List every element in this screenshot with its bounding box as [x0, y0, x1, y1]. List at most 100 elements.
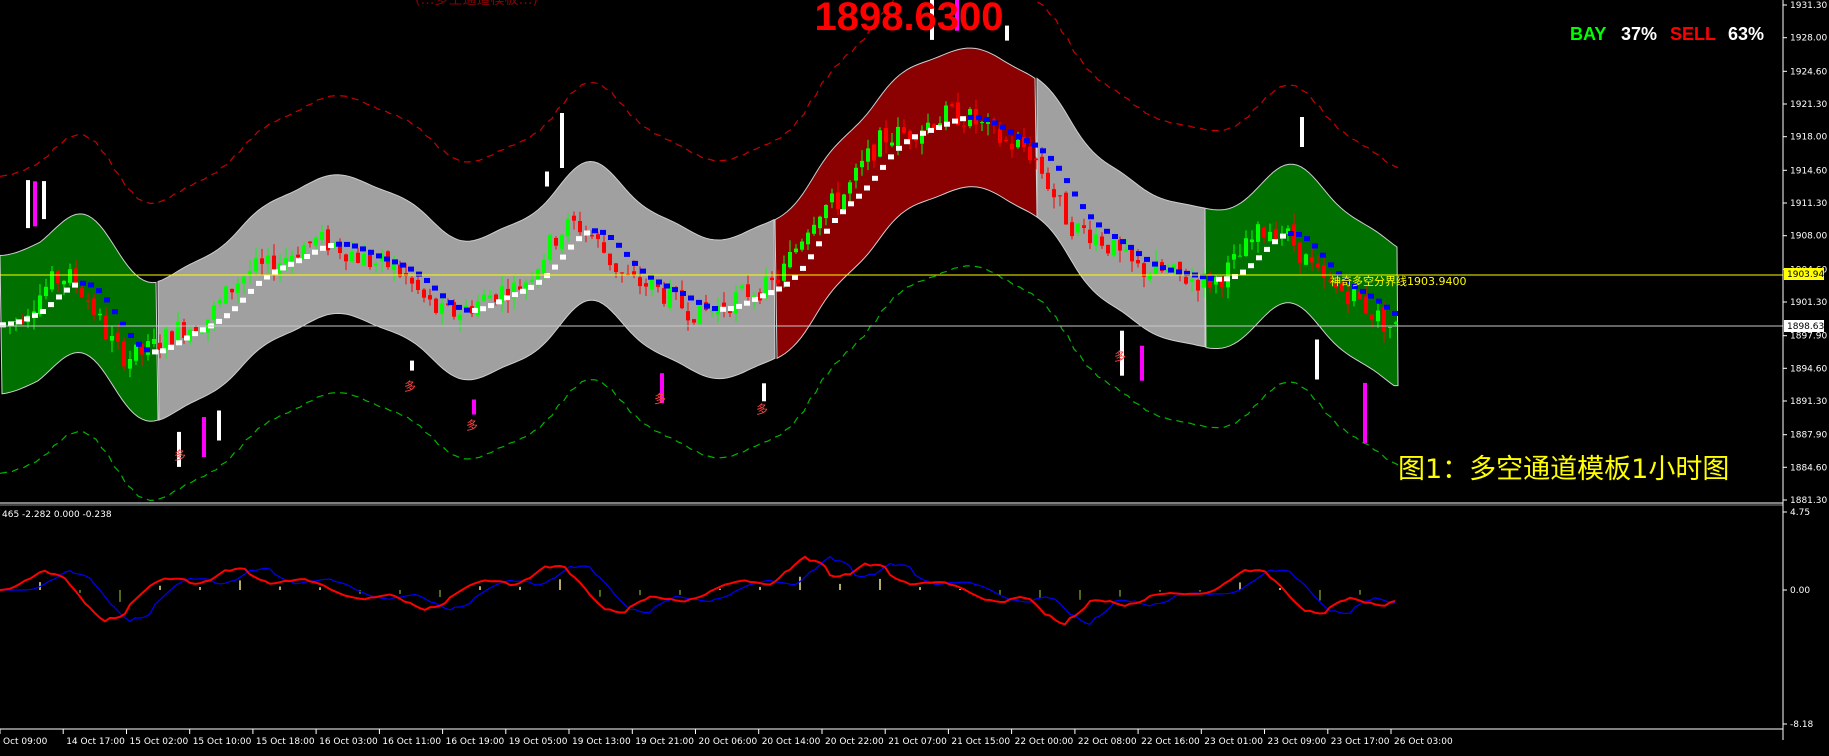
- ma-segment: [416, 271, 422, 277]
- ma-segment: [1120, 239, 1126, 245]
- ma-segment: [1256, 255, 1262, 261]
- candle-body: [524, 282, 528, 289]
- candle-body: [110, 336, 114, 341]
- candle-body: [440, 303, 444, 314]
- candle-body: [236, 283, 240, 293]
- ma-segment: [1112, 234, 1118, 239]
- top-fragment-text: (…多空通道模板…): [415, 0, 538, 8]
- price-tick-label: 1918.00: [1790, 133, 1827, 143]
- time-tick-label: 20 Oct 14:00: [762, 737, 821, 747]
- ma-segment: [696, 299, 702, 305]
- candle-body: [218, 300, 222, 304]
- candle-body: [1250, 239, 1254, 243]
- candle-body: [344, 254, 348, 262]
- candle-body: [458, 314, 462, 321]
- ma-segment: [1160, 265, 1166, 271]
- candle-body: [614, 263, 618, 272]
- signal-glyph: 多: [466, 419, 478, 433]
- candle-body: [1016, 140, 1020, 148]
- candle-body: [908, 130, 912, 140]
- candle-body: [98, 313, 102, 316]
- ma-segment: [1136, 251, 1142, 257]
- signal-spike: [1363, 382, 1367, 443]
- ma-segment: [272, 269, 278, 275]
- ma-segment: [760, 293, 766, 299]
- candle-body: [662, 288, 666, 304]
- ma-segment: [784, 281, 790, 287]
- ma-segment: [344, 241, 350, 247]
- ma-segment: [552, 264, 558, 270]
- ma-segment: [1296, 231, 1302, 237]
- candle-body: [896, 126, 900, 146]
- candle-body: [806, 232, 810, 245]
- candle-body: [50, 271, 54, 290]
- candle-body: [1316, 263, 1320, 268]
- candle-body: [1244, 238, 1248, 256]
- signal-spike: [1140, 345, 1144, 381]
- ma-segment: [472, 307, 478, 313]
- signal-spike: [762, 383, 766, 402]
- candle-body: [410, 277, 414, 284]
- ma-segment: [872, 175, 878, 181]
- candle-body: [962, 125, 966, 127]
- ma-segment: [1208, 275, 1214, 281]
- candle-body: [998, 128, 1002, 143]
- candle-body: [116, 332, 120, 342]
- ma-segment: [664, 283, 670, 289]
- ma-segment: [1216, 276, 1222, 282]
- divider-label: 神奇多空分界线1903.9400: [1330, 274, 1466, 288]
- candle-body: [1298, 242, 1302, 263]
- candle-body: [224, 286, 228, 304]
- time-tick-label: 19 Oct 13:00: [572, 737, 631, 747]
- candle-body: [1106, 244, 1110, 254]
- candle-body: [362, 253, 366, 266]
- ma-segment: [600, 229, 606, 235]
- candle-body: [1088, 229, 1092, 244]
- ma-segment: [680, 291, 686, 296]
- ma-segment: [1016, 134, 1022, 140]
- price-tick-label: 1914.60: [1790, 166, 1827, 176]
- signal-glyph: 多: [654, 392, 666, 406]
- ma-segment: [1168, 267, 1174, 273]
- ma-segment: [376, 253, 382, 259]
- ma-segment: [656, 279, 662, 285]
- candle-body: [980, 122, 984, 124]
- ma-segment: [288, 261, 294, 267]
- ma-segment: [48, 302, 54, 308]
- ma-segment: [56, 294, 62, 300]
- chart-caption: 图1：多空通道模板1小时图: [1398, 454, 1729, 485]
- ma-segment: [848, 201, 854, 207]
- candle-body: [848, 182, 852, 194]
- ma-segment: [720, 306, 726, 312]
- ma-segment: [72, 282, 78, 288]
- ma-segment: [280, 265, 286, 271]
- ma-segment: [328, 243, 334, 248]
- candle-body: [80, 288, 84, 297]
- ma-segment: [792, 274, 798, 280]
- ma-segment: [1312, 243, 1318, 249]
- ma-segment: [968, 114, 974, 120]
- ma-segment: [256, 280, 262, 286]
- candle-body: [92, 298, 96, 315]
- candle-body: [152, 339, 156, 344]
- candle-body: [1352, 289, 1356, 301]
- ma-segment: [424, 278, 430, 283]
- sub-tick-label: 0.00: [1790, 586, 1810, 596]
- candle-body: [824, 205, 828, 219]
- ma-segment: [576, 236, 582, 242]
- candle-body: [890, 142, 894, 146]
- ma-segment: [456, 304, 462, 310]
- time-tick-label: 20 Oct 22:00: [825, 737, 884, 747]
- ma-segment: [1224, 276, 1230, 282]
- candle-body: [740, 285, 744, 289]
- candle-body: [866, 148, 870, 162]
- signal-spike: [1005, 25, 1009, 41]
- signal-spike: [202, 417, 206, 457]
- ma-segment: [400, 262, 406, 268]
- ma-segment: [672, 287, 678, 293]
- candle-body: [608, 253, 612, 266]
- ma-segment: [960, 116, 966, 122]
- ma-segment: [168, 344, 174, 350]
- candle-body: [596, 234, 600, 240]
- ma-segment: [824, 228, 830, 234]
